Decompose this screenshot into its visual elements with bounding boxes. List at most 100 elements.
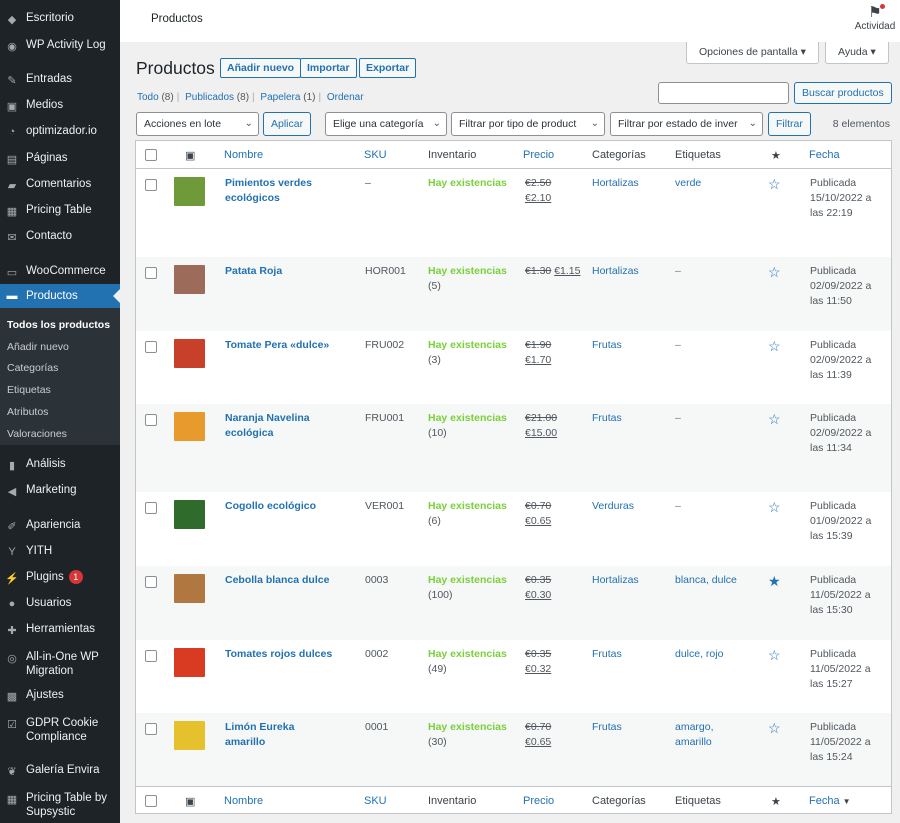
view-sort-link[interactable]: Ordenar [327,92,364,103]
menu-item-p-ginas[interactable]: ▤ Páginas [0,151,120,166]
product-thumbnail[interactable] [174,412,205,441]
submenu-item-3[interactable]: Etiquetas [7,384,51,396]
type-filter-select[interactable]: Filtrar por tipo de product ⌄ [451,112,605,136]
menu-item-all-in-one-wp[interactable]: ◎ All-in-One WP Migration [0,650,120,678]
submenu-item-2[interactable]: Categorías [7,362,58,374]
star-outline-icon[interactable]: ☆ [768,339,781,353]
star-outline-icon[interactable]: ☆ [768,265,781,279]
column-sku[interactable]: SKU [364,149,387,161]
column-name-footer[interactable]: Nombre [224,795,263,807]
menu-item-plugins[interactable]: ⚡ Plugins 1 [0,570,120,585]
featured-column-star-icon[interactable]: ★ [771,149,781,162]
menu-item-contacto[interactable]: ✉ Contacto [0,229,120,244]
menu-item-galer-a-envira[interactable]: ❦ Galería Envira [0,763,120,778]
bulk-actions-select[interactable]: Acciones en lote ⌄ [136,112,259,136]
filter-button[interactable]: Filtrar [768,112,811,136]
row-checkbox[interactable] [145,502,157,514]
menu-item-pricing-table-by[interactable]: ▦ Pricing Table by Supsystic [0,791,120,819]
category-link[interactable]: Hortalizas [592,176,639,191]
menu-item-ajustes[interactable]: ▩ Ajustes [0,688,120,703]
product-thumbnail[interactable] [174,265,205,294]
category-link[interactable]: Hortalizas [592,573,639,588]
menu-item-apariencia[interactable]: ✐ Apariencia [0,518,120,533]
row-checkbox[interactable] [145,341,157,353]
category-link[interactable]: Frutas [592,411,622,426]
column-name[interactable]: Nombre [224,149,263,161]
star-outline-icon[interactable]: ☆ [768,177,781,191]
column-date[interactable]: Fecha [809,149,840,161]
submenu-item-1[interactable]: Añadir nuevo [7,341,69,353]
menu-item-productos[interactable]: ▬ Productos [0,284,120,308]
stock-filter-select[interactable]: Filtrar por estado de inver ⌄ [610,112,763,136]
category-link[interactable]: Verduras [592,499,634,514]
tags-cell[interactable]: dulce, rojo [675,647,745,662]
product-thumbnail[interactable] [174,339,205,368]
search-products-button[interactable]: Buscar productos [794,82,892,104]
submenu-item-5[interactable]: Valoraciones [7,428,67,440]
apply-button[interactable]: Aplicar [263,112,312,136]
row-checkbox[interactable] [145,414,157,426]
column-date-footer[interactable]: Fecha ▼ [809,795,851,807]
menu-item-escritorio[interactable]: ◆ Escritorio [0,11,120,26]
row-checkbox[interactable] [145,267,157,279]
star-filled-icon[interactable]: ★ [768,574,781,588]
activity-button[interactable]: ⚑ Actividad [852,3,898,32]
select-all-checkbox-footer[interactable] [145,795,157,807]
menu-item-entradas[interactable]: ✎ Entradas [0,72,120,87]
column-price[interactable]: Precio [523,149,554,161]
tags-cell[interactable]: amargo, amarillo [675,720,745,750]
add-new-button[interactable]: Añadir nuevo [220,58,302,78]
row-checkbox[interactable] [145,723,157,735]
menu-item-comentarios[interactable]: ▰ Comentarios [0,177,120,192]
row-checkbox[interactable] [145,650,157,662]
menu-item-pricing-table[interactable]: ▦ Pricing Table [0,203,120,218]
menu-item-wp-activity-log[interactable]: ◉ WP Activity Log [0,38,120,53]
product-name-link[interactable]: Cebolla blanca dulce [225,573,335,588]
category-link[interactable]: Frutas [592,338,622,353]
star-outline-icon[interactable]: ☆ [768,412,781,426]
product-name-link[interactable]: Limón Eureka amarillo [225,720,335,750]
export-button[interactable]: Exportar [359,58,417,78]
menu-item-medios[interactable]: ▣ Medios [0,98,120,113]
select-all-checkbox[interactable] [145,149,157,161]
row-checkbox[interactable] [145,179,157,191]
view-trash-link[interactable]: Papelera [260,92,300,103]
product-name-link[interactable]: Naranja Navelina ecológica [225,411,335,441]
menu-item-marketing[interactable]: ◀ Marketing [0,483,120,498]
star-outline-icon[interactable]: ☆ [768,500,781,514]
menu-item-optimizador-io[interactable]: ◔ optimizador.io [0,124,120,139]
view-published-link[interactable]: Publicados [185,92,234,103]
screen-options-button[interactable]: Opciones de pantalla ▾ [686,42,819,64]
product-thumbnail[interactable] [174,177,205,206]
menu-item-herramientas[interactable]: ✚ Herramientas [0,622,120,637]
category-link[interactable]: Hortalizas [592,264,639,279]
menu-item-yith[interactable]: Y YITH [0,544,120,559]
view-all-link[interactable]: Todo [137,92,159,103]
product-name-link[interactable]: Tomates rojos dulces [225,647,335,662]
product-thumbnail[interactable] [174,500,205,529]
product-name-link[interactable]: Cogollo ecológico [225,499,335,514]
menu-item-usuarios[interactable]: ● Usuarios [0,596,120,611]
product-name-link[interactable]: Tomate Pera «dulce» [225,338,335,353]
submenu-item-0[interactable]: Todos los productos [7,319,110,331]
column-sku-footer[interactable]: SKU [364,795,387,807]
tags-cell[interactable]: verde [675,176,745,191]
product-name-link[interactable]: Pimientos verdes ecológicos [225,176,335,206]
product-thumbnail[interactable] [174,574,205,603]
star-outline-icon[interactable]: ☆ [768,648,781,662]
help-button[interactable]: Ayuda ▾ [825,42,889,64]
import-button[interactable]: Importar [300,58,357,78]
product-name-link[interactable]: Patata Roja [225,264,335,279]
category-link[interactable]: Frutas [592,720,622,735]
product-thumbnail[interactable] [174,721,205,750]
featured-column-star-icon[interactable]: ★ [771,795,781,808]
column-price-footer[interactable]: Precio [523,795,554,807]
category-link[interactable]: Frutas [592,647,622,662]
menu-item-an-lisis[interactable]: ▮ Análisis [0,457,120,472]
tags-cell[interactable]: blanca, dulce [675,573,745,588]
product-thumbnail[interactable] [174,648,205,677]
star-outline-icon[interactable]: ☆ [768,721,781,735]
menu-item-gdpr-cookie[interactable]: ☑ GDPR Cookie Compliance [0,716,120,744]
submenu-item-4[interactable]: Atributos [7,406,48,418]
row-checkbox[interactable] [145,576,157,588]
